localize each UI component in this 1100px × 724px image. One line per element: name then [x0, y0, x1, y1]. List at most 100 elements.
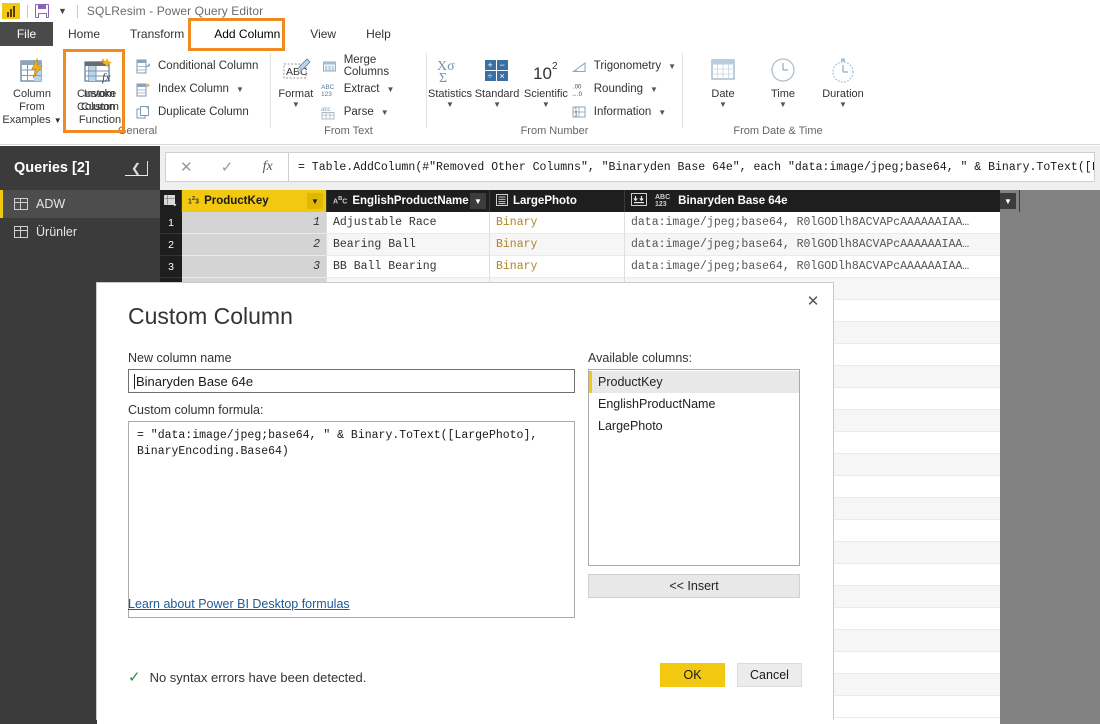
- tab-add-column[interactable]: Add Column: [199, 22, 295, 46]
- insert-column-icon: [631, 193, 647, 209]
- cancel-button[interactable]: Cancel: [737, 663, 802, 687]
- scientific-button[interactable]: 10 2 Scientific ▼: [521, 52, 571, 109]
- available-column-item[interactable]: LargePhoto: [589, 415, 799, 437]
- cell-productkey[interactable]: 2: [182, 234, 327, 256]
- svg-text:abc: abc: [321, 107, 331, 113]
- duplicate-column-button[interactable]: Duplicate Column: [135, 102, 264, 122]
- chevron-down-icon[interactable]: ▼: [493, 101, 501, 109]
- cell-productkey[interactable]: 1: [182, 212, 327, 234]
- merge-columns-button[interactable]: Merge Columns: [321, 54, 426, 78]
- chevron-down-icon[interactable]: ▼: [236, 85, 244, 94]
- cell-largephoto[interactable]: Binary: [490, 212, 625, 234]
- btn-label-line1: Column From: [13, 88, 51, 113]
- new-column-name-value: Binaryden Base 64e: [136, 373, 254, 389]
- column-from-examples-button[interactable]: Column From Examples ▼: [0, 52, 64, 127]
- cell-binaryden[interactable]: data:image/jpeg;base64, R0lGODlh8ACVAPcA…: [625, 256, 1020, 278]
- table-row[interactable]: 2 2 Bearing Ball Binary data:image/jpeg;base…: [160, 234, 1100, 256]
- close-icon[interactable]: ✕: [799, 289, 827, 313]
- text-caret: [134, 373, 135, 389]
- select-all-icon[interactable]: [160, 190, 182, 212]
- save-icon[interactable]: [35, 4, 49, 18]
- table-row[interactable]: 1 1 Adjustable Race Binary data:image/jpeg;b…: [160, 212, 1100, 234]
- queries-pane-header: Queries [2] ❮: [0, 146, 160, 190]
- statistics-button[interactable]: Χσ Σ Statistics ▼: [427, 52, 473, 109]
- tab-help[interactable]: Help: [351, 22, 406, 46]
- conditional-column-button[interactable]: Conditional Column: [135, 56, 264, 76]
- row-number[interactable]: 2: [160, 234, 182, 256]
- chevron-down-icon[interactable]: ▼: [668, 62, 676, 71]
- cell-englishproductname[interactable]: BB Ball Bearing: [327, 256, 490, 278]
- btn-label: Extract: [343, 83, 380, 95]
- svg-text:2: 2: [552, 61, 558, 72]
- new-column-name-label: New column name: [128, 351, 232, 365]
- available-column-item[interactable]: EnglishProductName: [589, 393, 799, 415]
- column-header-binaryden[interactable]: ABC 123 Binaryden Base 64e ▼: [625, 190, 1020, 212]
- svg-text:3: 3: [574, 112, 577, 118]
- chevron-down-icon[interactable]: ▼: [307, 193, 323, 209]
- chevron-left-icon[interactable]: ❮: [124, 160, 148, 176]
- row-number[interactable]: 1: [160, 212, 182, 234]
- format-button[interactable]: ABC Format ▼: [271, 52, 321, 109]
- formula-input[interactable]: = Table.AddColumn(#"Removed Other Column…: [289, 152, 1095, 182]
- insert-button[interactable]: << Insert: [588, 574, 800, 598]
- column-header-productkey[interactable]: 123 ProductKey ▼: [182, 190, 327, 212]
- close-icon[interactable]: ✕: [166, 158, 207, 176]
- time-button[interactable]: Time ▼: [753, 52, 813, 109]
- cell-largephoto[interactable]: Binary: [490, 256, 625, 278]
- information-button[interactable]: 1 3 Information ▼: [571, 102, 682, 122]
- chevron-down-icon[interactable]: ▼: [658, 108, 666, 117]
- fx-icon[interactable]: fx: [247, 159, 288, 175]
- cell-productkey[interactable]: 3: [182, 256, 327, 278]
- invoke-custom-function-button[interactable]: fx Invoke Custom Function: [65, 52, 135, 127]
- duration-button[interactable]: Duration ▼: [813, 52, 873, 109]
- trigonometry-button[interactable]: Trigonometry ▼: [571, 56, 682, 76]
- parse-button[interactable]: abc Parse ▼: [321, 102, 426, 122]
- table-row[interactable]: 3 3 BB Ball Bearing Binary data:image/jpeg;b…: [160, 256, 1100, 278]
- ok-button[interactable]: OK: [660, 663, 725, 687]
- date-button[interactable]: Date ▼: [693, 52, 753, 109]
- cell-englishproductname[interactable]: Adjustable Race: [327, 212, 490, 234]
- chevron-down-icon[interactable]: ▼: [719, 101, 727, 109]
- column-header-largephoto[interactable]: LargePhoto: [490, 190, 625, 212]
- cell-binaryden[interactable]: data:image/jpeg;base64, R0lGODlh8ACVAPcA…: [625, 234, 1020, 256]
- cell-binaryden[interactable]: data:image/jpeg;base64, R0lGODlh8ACVAPcA…: [625, 212, 1020, 234]
- chevron-down-icon[interactable]: ▼: [446, 101, 454, 109]
- chevron-down-icon[interactable]: ▼: [650, 85, 658, 94]
- merge-columns-icon: [321, 58, 338, 75]
- chevron-down-icon[interactable]: ▼: [779, 101, 787, 109]
- statistics-sigma-icon: Χσ Σ: [433, 54, 467, 88]
- learn-formulas-link[interactable]: Learn about Power BI Desktop formulas: [128, 597, 350, 611]
- chevron-down-icon[interactable]: ▼: [470, 193, 486, 209]
- tab-home[interactable]: Home: [53, 22, 115, 46]
- chevron-down-icon[interactable]: ▼: [839, 101, 847, 109]
- new-column-name-input[interactable]: Binaryden Base 64e: [128, 369, 575, 393]
- abc123-type-icon: ABC 123: [655, 194, 671, 208]
- standard-button[interactable]: + − ÷ × Standard ▼: [473, 52, 521, 109]
- btn-label: Trigonometry: [593, 60, 662, 72]
- chevron-down-icon[interactable]: ▼: [542, 101, 550, 109]
- column-header-englishproductname[interactable]: ABC EnglishProductName ▼: [327, 190, 490, 212]
- table-icon: [14, 226, 28, 238]
- tab-transform[interactable]: Transform: [115, 22, 199, 46]
- chevron-down-icon[interactable]: ▼: [381, 108, 389, 117]
- chevron-down-icon[interactable]: ▼: [387, 85, 395, 94]
- chevron-down-icon[interactable]: ▼: [58, 6, 67, 16]
- tab-view[interactable]: View: [295, 22, 351, 46]
- rounding-button[interactable]: .00 →.0 Rounding ▼: [571, 79, 682, 99]
- cell-largephoto[interactable]: Binary: [490, 234, 625, 256]
- chevron-down-icon[interactable]: ▼: [1000, 193, 1016, 209]
- query-label: Ürünler: [36, 225, 77, 239]
- tab-file[interactable]: File: [0, 22, 53, 46]
- extract-button[interactable]: ABC 123 Extract ▼: [321, 79, 426, 99]
- custom-formula-textarea[interactable]: = "data:image/jpeg;base64, " & Binary.To…: [128, 421, 575, 618]
- query-item-adw[interactable]: ADW: [0, 190, 160, 218]
- query-item-urunler[interactable]: Ürünler: [0, 218, 160, 246]
- chevron-down-icon[interactable]: ▼: [292, 101, 300, 109]
- svg-text:→.0: →.0: [571, 92, 583, 97]
- available-columns-list[interactable]: ProductKey EnglishProductName LargePhoto: [588, 369, 800, 566]
- check-icon[interactable]: ✓: [207, 158, 248, 176]
- available-column-item[interactable]: ProductKey: [589, 371, 799, 393]
- cell-englishproductname[interactable]: Bearing Ball: [327, 234, 490, 256]
- index-column-button[interactable]: Index Column ▼: [135, 79, 264, 99]
- row-number[interactable]: 3: [160, 256, 182, 278]
